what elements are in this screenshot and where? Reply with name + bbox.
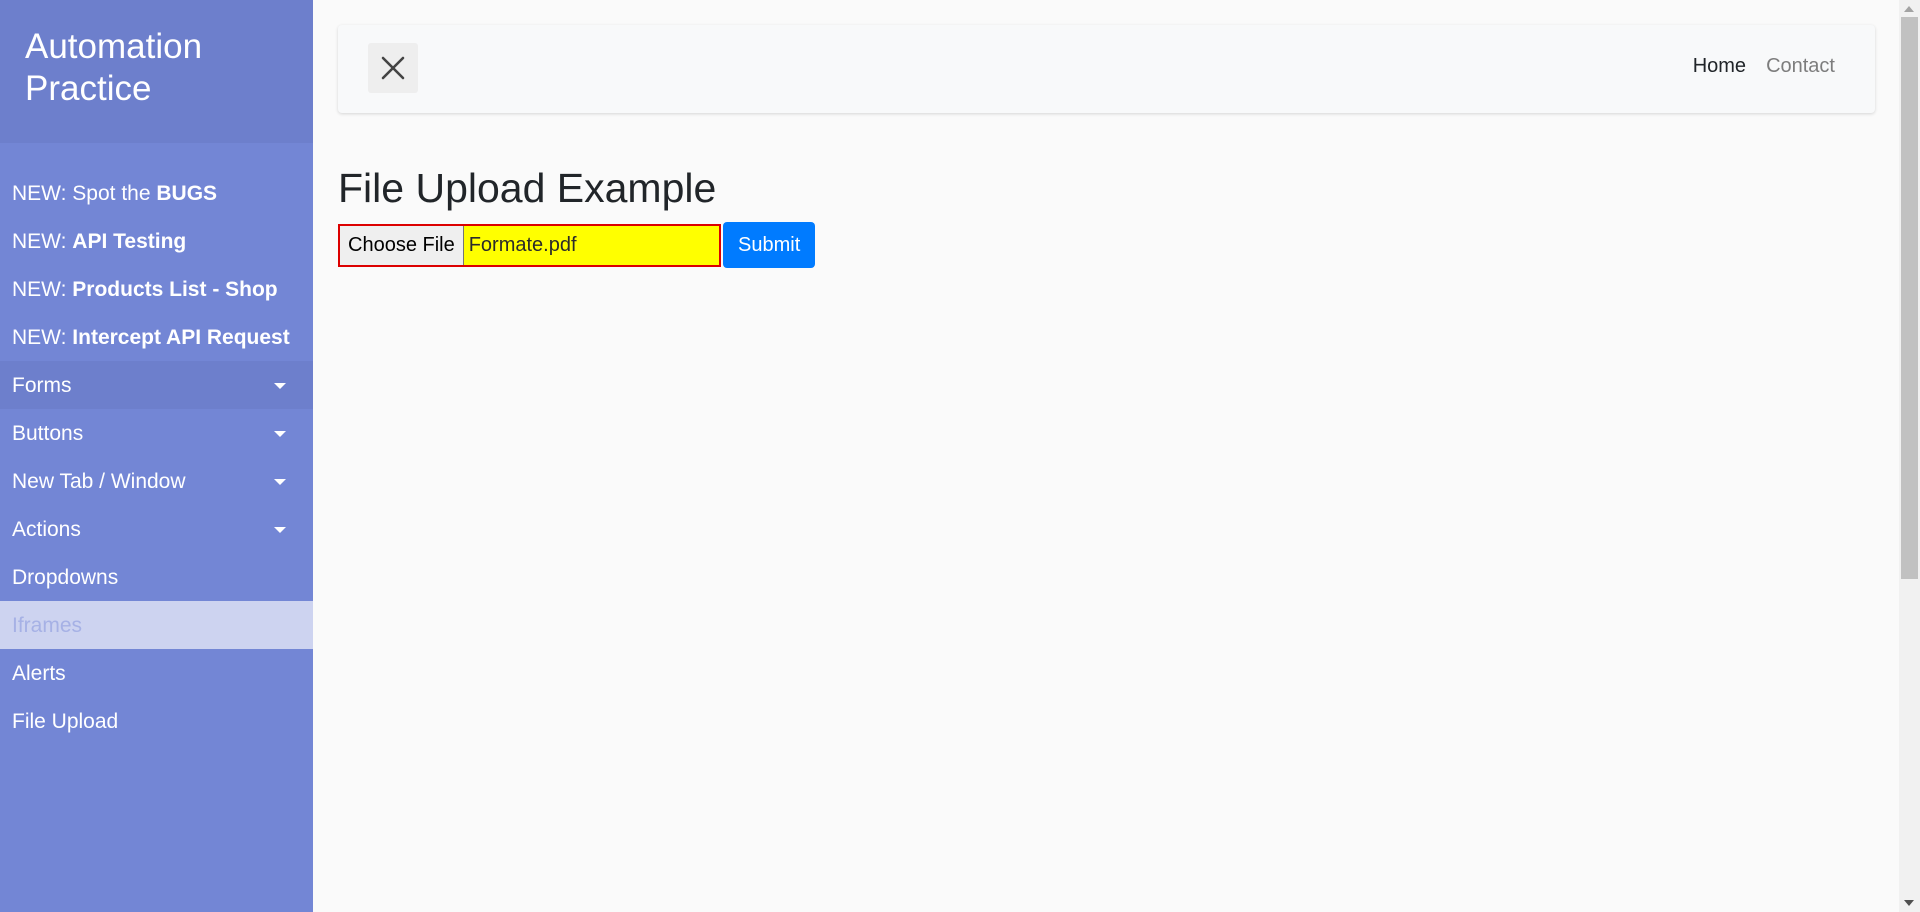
scroll-thumb[interactable] [1901,17,1918,579]
selected-file-name: Formate.pdf [468,233,577,256]
sidebar-item-alerts[interactable]: Alerts [0,649,313,697]
sidebar-item-iframes[interactable]: Iframes [0,601,313,649]
scroll-down-arrow-icon[interactable] [1904,900,1914,906]
sidebar-item-new-tab-window[interactable]: New Tab / Window [0,457,313,505]
brand-title: Automation Practice [25,27,203,108]
sidebar-item-api-testing[interactable]: NEW: API Testing [0,217,313,265]
caret-down-icon [274,383,286,389]
sidebar-item-intercept-api-request[interactable]: NEW: Intercept API Request [0,313,313,361]
nav-home-link[interactable]: Home [1693,55,1746,78]
sidebar-toggle-button[interactable] [368,43,418,93]
sidebar-item-products-list-shop[interactable]: NEW: Products List - Shop [0,265,313,313]
caret-down-icon [274,527,286,533]
caret-down-icon [274,431,286,437]
submit-button[interactable]: Submit [723,222,816,268]
sidebar-item-file-upload[interactable]: File Upload [0,697,313,745]
file-input[interactable]: Choose File Formate.pdf [338,223,721,267]
choose-file-button[interactable]: Choose File [340,225,464,265]
top-navbar: Home Contact [338,25,1875,113]
nav-contact-link[interactable]: Contact [1766,55,1835,78]
sidebar-item-forms[interactable]: Forms [0,361,313,409]
sidebar-item-buttons[interactable]: Buttons [0,409,313,457]
sidebar-item-actions[interactable]: Actions [0,505,313,553]
page-title: File Upload Example [338,165,717,211]
scroll-up-arrow-icon[interactable] [1904,6,1914,12]
sidebar-header: Automation Practice [0,0,313,143]
sidebar: Automation Practice NEW: Spot the BUGS N… [0,0,313,912]
sidebar-item-spot-the-bugs[interactable]: NEW: Spot the BUGS [0,169,313,217]
close-icon [381,56,405,80]
sidebar-item-dropdowns[interactable]: Dropdowns [0,553,313,601]
sidebar-menu: NEW: Spot the BUGS NEW: API Testing NEW:… [0,143,313,745]
page-scrollbar[interactable] [1899,0,1920,912]
caret-down-icon [274,479,286,485]
nav-links: Home Contact [1693,55,1835,78]
upload-form: Choose File Formate.pdf Submit [338,222,816,268]
main-content: Home Contact File Upload Example Choose … [313,0,1899,912]
